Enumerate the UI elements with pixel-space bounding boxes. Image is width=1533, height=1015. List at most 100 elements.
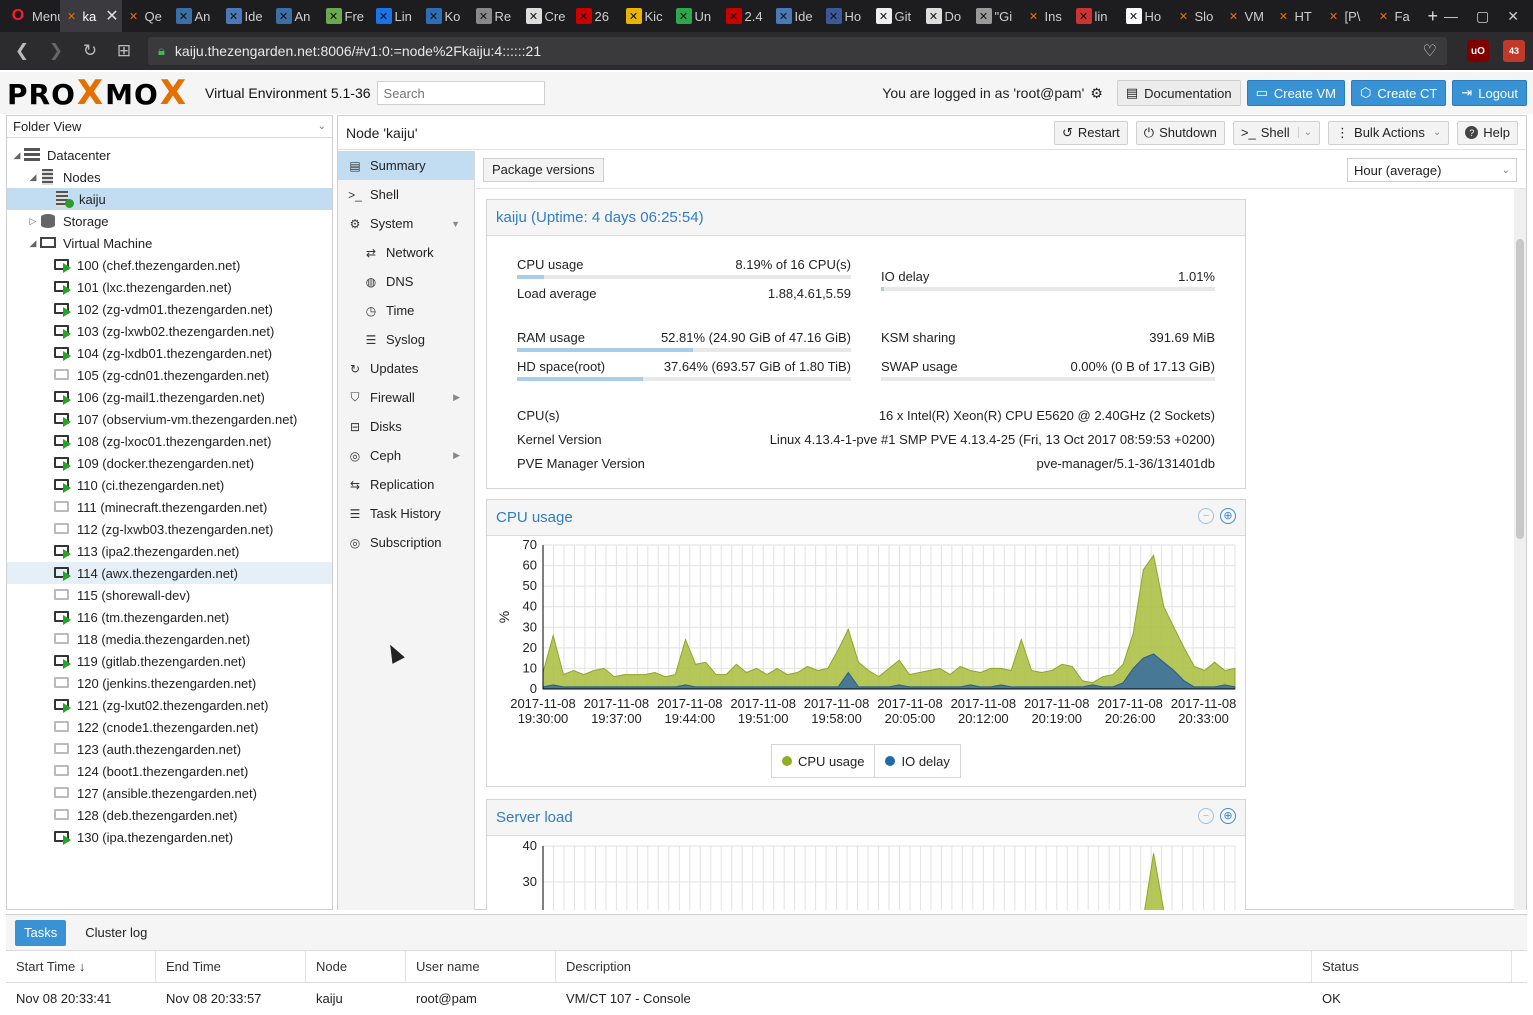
tree-vm-item[interactable]: 121 (zg-lxut02.thezengarden.net) [7, 694, 332, 716]
tree-node-kaiju[interactable]: kaiju [7, 188, 332, 210]
tree-virtual-machine[interactable]: ◢ Virtual Machine [7, 232, 332, 254]
column-header[interactable]: End Time [156, 951, 306, 982]
legend-io-delay[interactable]: IO delay [874, 745, 959, 777]
minimize-icon[interactable]: — [1444, 8, 1458, 25]
create-ct-button[interactable]: ⬡ Create CT [1351, 80, 1447, 106]
tree-vm-item[interactable]: 123 (auth.thezengarden.net) [7, 738, 332, 760]
search-input[interactable] [376, 81, 545, 105]
new-tab-icon[interactable]: + [1422, 6, 1445, 27]
zoom-crosshair-icon[interactable]: ⊕ [1220, 808, 1236, 824]
tree-vm-item[interactable]: 110 (ci.thezengarden.net) [7, 474, 332, 496]
summary-scrollbar[interactable] [1514, 189, 1526, 910]
reload-icon[interactable]: ↻ [76, 37, 104, 65]
tree-vm-item[interactable]: 120 (jenkins.thezengarden.net) [7, 672, 332, 694]
tree-vm-item[interactable]: 130 (ipa.thezengarden.net) [7, 826, 332, 848]
nav-system[interactable]: ⚙ System ▼ [338, 209, 474, 238]
tree-vm-item[interactable]: 103 (zg-lxwb02.thezengarden.net) [7, 320, 332, 342]
tree-vm-item[interactable]: 124 (boot1.thezengarden.net) [7, 760, 332, 782]
caret-down-icon[interactable]: ▼ [451, 219, 460, 229]
collapse-icon[interactable]: ◢ [27, 172, 39, 183]
restart-button[interactable]: ↺ Restart [1053, 120, 1128, 145]
tree-vm-item[interactable]: 111 (minecraft.thezengarden.net) [7, 496, 332, 518]
browser-tab[interactable]: ✕ "Gi [972, 0, 1022, 32]
browser-tab[interactable]: ✕ 26 [572, 0, 622, 32]
browser-tab[interactable]: ✕ Lin [372, 0, 422, 32]
gear-icon[interactable]: ⚙ [1090, 85, 1103, 102]
help-button[interactable]: ? Help [1457, 120, 1518, 145]
close-window-icon[interactable]: ✕ [1507, 8, 1519, 25]
address-bar[interactable]: 🔒︎ kaiju.thezengarden.net:8006/#v1:0:=no… [148, 37, 1447, 65]
tree-vm-item[interactable]: 106 (zg-mail1.thezengarden.net) [7, 386, 332, 408]
browser-tab[interactable]: ✕ Cre [522, 0, 572, 32]
browser-tab[interactable]: ✕ Ide [222, 0, 272, 32]
close-tab-icon[interactable]: ✕ [105, 6, 118, 26]
column-header[interactable]: Status [1312, 951, 1512, 982]
browser-tab[interactable]: ✕ Ide [772, 0, 822, 32]
browser-tab[interactable]: ✕ Do [922, 0, 972, 32]
browser-tab[interactable]: ✕ Slo [1172, 0, 1222, 32]
column-header[interactable]: Description [556, 951, 1312, 982]
browser-menu-button[interactable]: O Menu [4, 0, 60, 32]
nav-summary[interactable]: ▤ Summary [338, 151, 474, 180]
tree-vm-item[interactable]: 122 (cnode1.thezengarden.net) [7, 716, 332, 738]
browser-tab[interactable]: ✕ lin [1072, 0, 1122, 32]
expand-icon[interactable]: ▷ [27, 216, 39, 227]
browser-tab[interactable]: ✕ Re [472, 0, 522, 32]
extension-badge-icon[interactable]: 43 [1503, 40, 1525, 62]
tab-cluster-log[interactable]: Cluster log [76, 920, 156, 946]
tree-vm-item[interactable]: 107 (observium-vm.thezengarden.net) [7, 408, 332, 430]
nav-network[interactable]: ⇄ Network [338, 238, 474, 267]
nav-ceph[interactable]: ◎ Ceph ▶ [338, 441, 474, 470]
nav-shell[interactable]: >_ Shell [338, 180, 474, 209]
zoom-reset-icon[interactable]: − [1198, 808, 1214, 824]
timeframe-select[interactable]: Hour (average) ⌄ [1347, 158, 1517, 182]
caret-right-icon[interactable]: ▶ [453, 450, 460, 461]
tree-vm-item[interactable]: 101 (lxc.thezengarden.net) [7, 276, 332, 298]
browser-tab[interactable]: ✕ ka ✕ [59, 0, 122, 32]
tab-tasks[interactable]: Tasks [15, 919, 67, 946]
tree-datacenter[interactable]: ◢ Datacenter [7, 144, 332, 166]
nav-disks[interactable]: ⊟ Disks [338, 412, 474, 441]
proxmox-logo[interactable]: PROXMOX [7, 73, 188, 113]
tree-nodes[interactable]: ◢ Nodes [7, 166, 332, 188]
tree-vm-item[interactable]: 108 (zg-lxoc01.thezengarden.net) [7, 430, 332, 452]
chevron-down-icon[interactable]: ⌄ [1297, 127, 1312, 138]
browser-tab[interactable]: ✕ Un [672, 0, 722, 32]
browser-tab[interactable]: ✕ 2.4 [722, 0, 772, 32]
documentation-button[interactable]: ▤ Documentation [1116, 80, 1241, 106]
tree-vm-item[interactable]: 128 (deb.thezengarden.net) [7, 804, 332, 826]
tree-vm-item[interactable]: 119 (gitlab.thezengarden.net) [7, 650, 332, 672]
shutdown-button[interactable]: ⏻ Shutdown [1135, 120, 1225, 145]
browser-tab[interactable]: ✕ Ho [1122, 0, 1172, 32]
view-selector[interactable]: Folder View ⌄ [7, 116, 332, 138]
tree-vm-item[interactable]: 127 (ansible.thezengarden.net) [7, 782, 332, 804]
ublock-icon[interactable]: uO [1467, 40, 1489, 62]
package-versions-button[interactable]: Package versions [483, 157, 604, 182]
nav-updates[interactable]: ↻ Updates [338, 354, 474, 383]
tree-vm-item[interactable]: 112 (zg-lxwb03.thezengarden.net) [7, 518, 332, 540]
bulk-actions-button[interactable]: ⋮ Bulk Actions ⌄ [1328, 120, 1450, 145]
nav-firewall[interactable]: ⛉ Firewall ▶ [338, 383, 474, 412]
browser-tab[interactable]: ✕ [P\ [1322, 0, 1372, 32]
nav-replication[interactable]: ⇆ Replication [338, 470, 474, 499]
browser-tab[interactable]: ✕ HT [1272, 0, 1322, 32]
server-load-chart[interactable]: 30 40 [487, 837, 1245, 910]
tree-vm-item[interactable]: 114 (awx.thezengarden.net) [7, 562, 332, 584]
tree-vm-item[interactable]: 105 (zg-cdn01.thezengarden.net) [7, 364, 332, 386]
browser-tab[interactable]: ✕ Ko [422, 0, 472, 32]
shell-button[interactable]: >_ Shell ⌄ [1232, 120, 1321, 145]
tree-vm-item[interactable]: 113 (ipa2.thezengarden.net) [7, 540, 332, 562]
tree-vm-item[interactable]: 118 (media.thezengarden.net) [7, 628, 332, 650]
browser-tab[interactable]: ✕ Kic [622, 0, 672, 32]
browser-tab[interactable]: ✕ Qe [122, 0, 172, 32]
column-header[interactable]: Start Time ↓ [6, 951, 156, 982]
browser-tab[interactable]: ✕ An [172, 0, 222, 32]
logout-button[interactable]: ⇥ Logout [1452, 80, 1527, 106]
collapse-icon[interactable]: ◢ [11, 150, 23, 161]
tree-storage[interactable]: ▷ Storage [7, 210, 332, 232]
tree-vm-item[interactable]: 109 (docker.thezengarden.net) [7, 452, 332, 474]
tree-vm-item[interactable]: 104 (zg-lxdb01.thezengarden.net) [7, 342, 332, 364]
collapse-icon[interactable]: ◢ [27, 238, 39, 249]
zoom-crosshair-icon[interactable]: ⊕ [1220, 508, 1236, 524]
create-vm-button[interactable]: ▭ Create VM [1246, 80, 1345, 106]
